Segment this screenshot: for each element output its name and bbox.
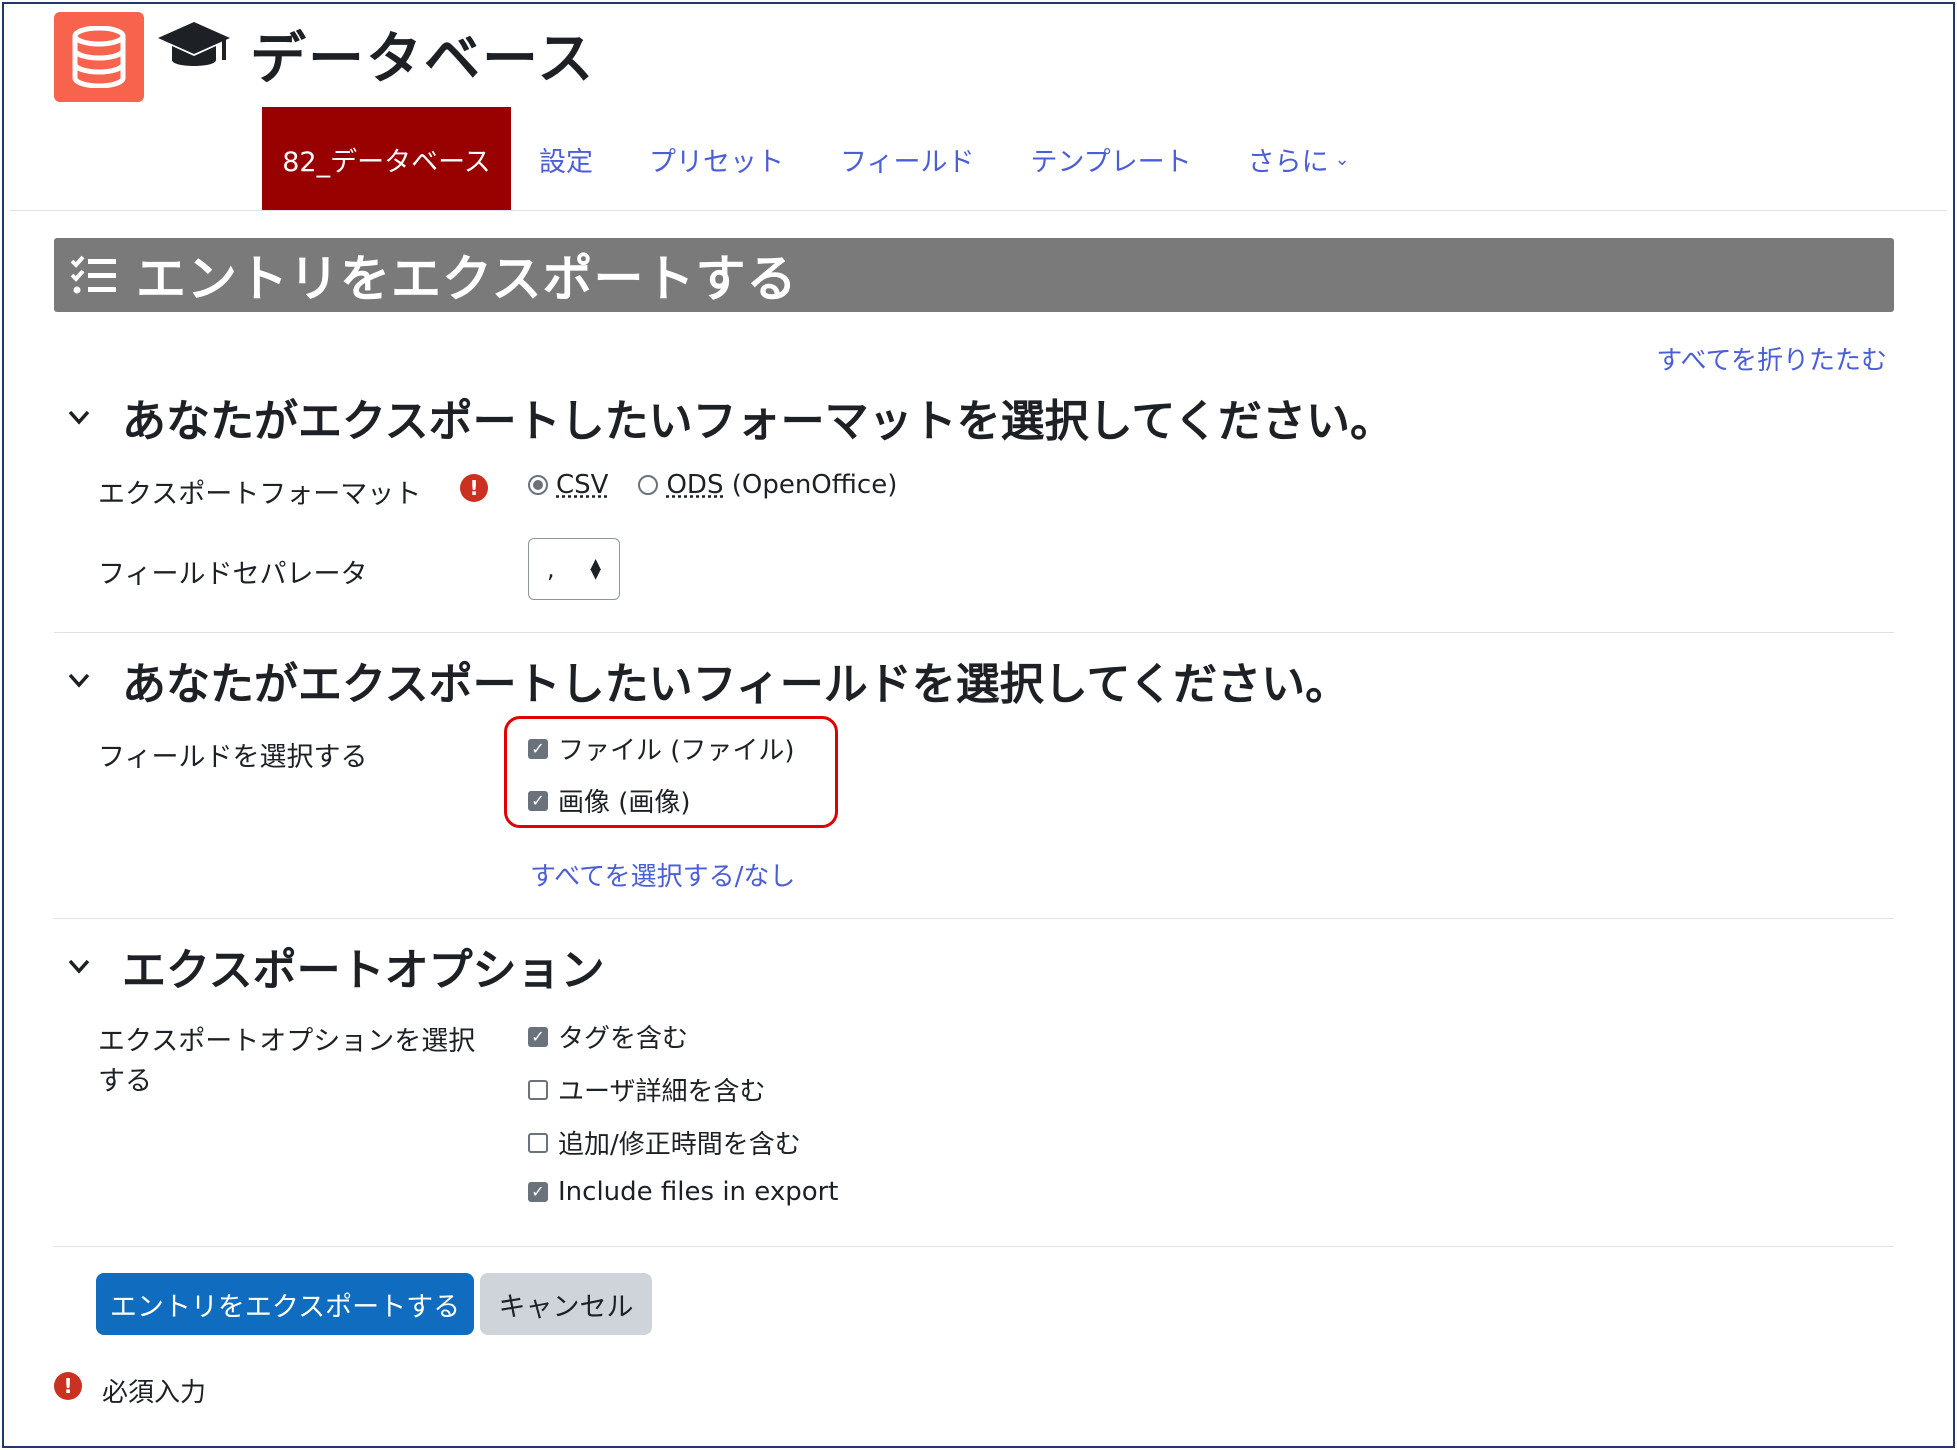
option-checkbox-row[interactable]: タグを含む [528, 1018, 688, 1055]
section-title: エクスポートオプション [122, 945, 605, 996]
tab-label: テンプレート [1030, 146, 1192, 178]
section-header-options[interactable]: エクスポートオプション [64, 934, 605, 998]
screenshot-frame [2, 2, 1955, 1448]
checkbox[interactable] [528, 1182, 548, 1202]
option-checkbox-row[interactable]: Include files in export [528, 1177, 839, 1207]
checkbox[interactable] [528, 790, 548, 811]
required-note: 必須入力 [102, 1378, 207, 1408]
secondary-navigation: 82_データベース 設定 プリセット フィールド テンプレート さらに ⌄ [262, 107, 1378, 211]
select-fields-label: フィールドを選択する [98, 742, 368, 773]
radio-label-csv: CSV [556, 470, 609, 500]
graduation-cap-icon [156, 20, 232, 76]
checklist-icon [70, 255, 116, 294]
export-format-options: CSV ODS (OpenOffice) [528, 470, 897, 500]
cancel-button[interactable]: キャンセル [480, 1273, 652, 1335]
field-checkbox-row[interactable]: ファイル (ファイル) [528, 730, 795, 767]
tab-templates[interactable]: テンプレート [1002, 107, 1219, 211]
divider [54, 1246, 1894, 1247]
tab-database[interactable]: 82_データベース [262, 107, 511, 211]
tab-settings[interactable]: 設定 [511, 107, 621, 211]
tab-label: フィールド [840, 146, 975, 178]
required-icon: ! [460, 474, 488, 502]
section-header-fields[interactable]: あなたがエクスポートしたいフィールドを選択してください。 [64, 648, 1349, 712]
export-format-label: エクスポートフォーマット [98, 479, 422, 510]
select-all-none-link[interactable]: すべてを選択する/なし [530, 856, 795, 893]
section-title: あなたがエクスポートしたいフォーマットを選択してください。 [122, 396, 1395, 447]
checkbox-label: ファイル (ファイル) [558, 736, 795, 766]
option-checkbox-row[interactable]: 追加/修正時間を含む [528, 1124, 801, 1161]
checkbox[interactable] [528, 1132, 548, 1153]
app-title: データベース [250, 27, 596, 92]
section-header-format[interactable]: あなたがエクスポートしたいフォーマットを選択してください。 [64, 385, 1394, 449]
radio-label-ods-suffix: (OpenOffice) [723, 470, 898, 500]
divider [10, 210, 1947, 211]
checkbox-label: ユーザ詳細を含む [558, 1077, 766, 1107]
radio-label-ods: ODS [666, 470, 724, 500]
database-icon [54, 12, 144, 102]
required-icon: ! [54, 1372, 82, 1400]
tab-label: 設定 [539, 146, 593, 178]
select-value: , [547, 555, 555, 583]
export-options-label: エクスポートオプションを選択する [98, 1026, 476, 1097]
field-separator-select[interactable]: , ▲ ▼ [528, 538, 620, 600]
tab-presets[interactable]: プリセット [621, 107, 812, 211]
export-entries-button[interactable]: エントリをエクスポートする [96, 1273, 474, 1335]
tab-label: 82_データベース [282, 146, 491, 178]
divider [54, 918, 1894, 919]
tab-label: さらに [1247, 146, 1329, 178]
chevron-down-icon [68, 410, 90, 425]
radio-ods[interactable] [638, 475, 659, 495]
page-title: エントリをエクスポートする [136, 250, 798, 308]
tab-fields[interactable]: フィールド [812, 107, 1002, 211]
checkbox[interactable] [528, 1026, 548, 1047]
checkbox-label: 追加/修正時間を含む [558, 1130, 801, 1160]
select-arrows-icon: ▲ ▼ [590, 556, 601, 582]
divider [54, 632, 1894, 633]
tab-label: プリセット [649, 146, 784, 178]
field-separator-label: フィールドセパレータ [98, 559, 368, 590]
checkbox[interactable] [528, 1079, 548, 1100]
checkbox-label: Include files in export [558, 1177, 839, 1207]
field-checkbox-row[interactable]: 画像 (画像) [528, 782, 691, 819]
chevron-down-icon: ⌄ [1334, 148, 1350, 170]
chevron-down-icon [68, 959, 90, 974]
collapse-all-link[interactable]: すべてを折りたたむ [1656, 340, 1887, 377]
checkbox-label: タグを含む [558, 1024, 689, 1054]
chevron-down-icon [68, 673, 90, 688]
checkbox-label: 画像 (画像) [558, 788, 691, 818]
option-checkbox-row[interactable]: ユーザ詳細を含む [528, 1071, 765, 1108]
page-heading: エントリをエクスポートする [54, 238, 1894, 312]
checkbox[interactable] [528, 738, 548, 759]
section-title: あなたがエクスポートしたいフィールドを選択してください。 [122, 659, 1350, 710]
tab-more[interactable]: さらに ⌄ [1220, 107, 1378, 211]
radio-csv[interactable] [528, 475, 548, 495]
